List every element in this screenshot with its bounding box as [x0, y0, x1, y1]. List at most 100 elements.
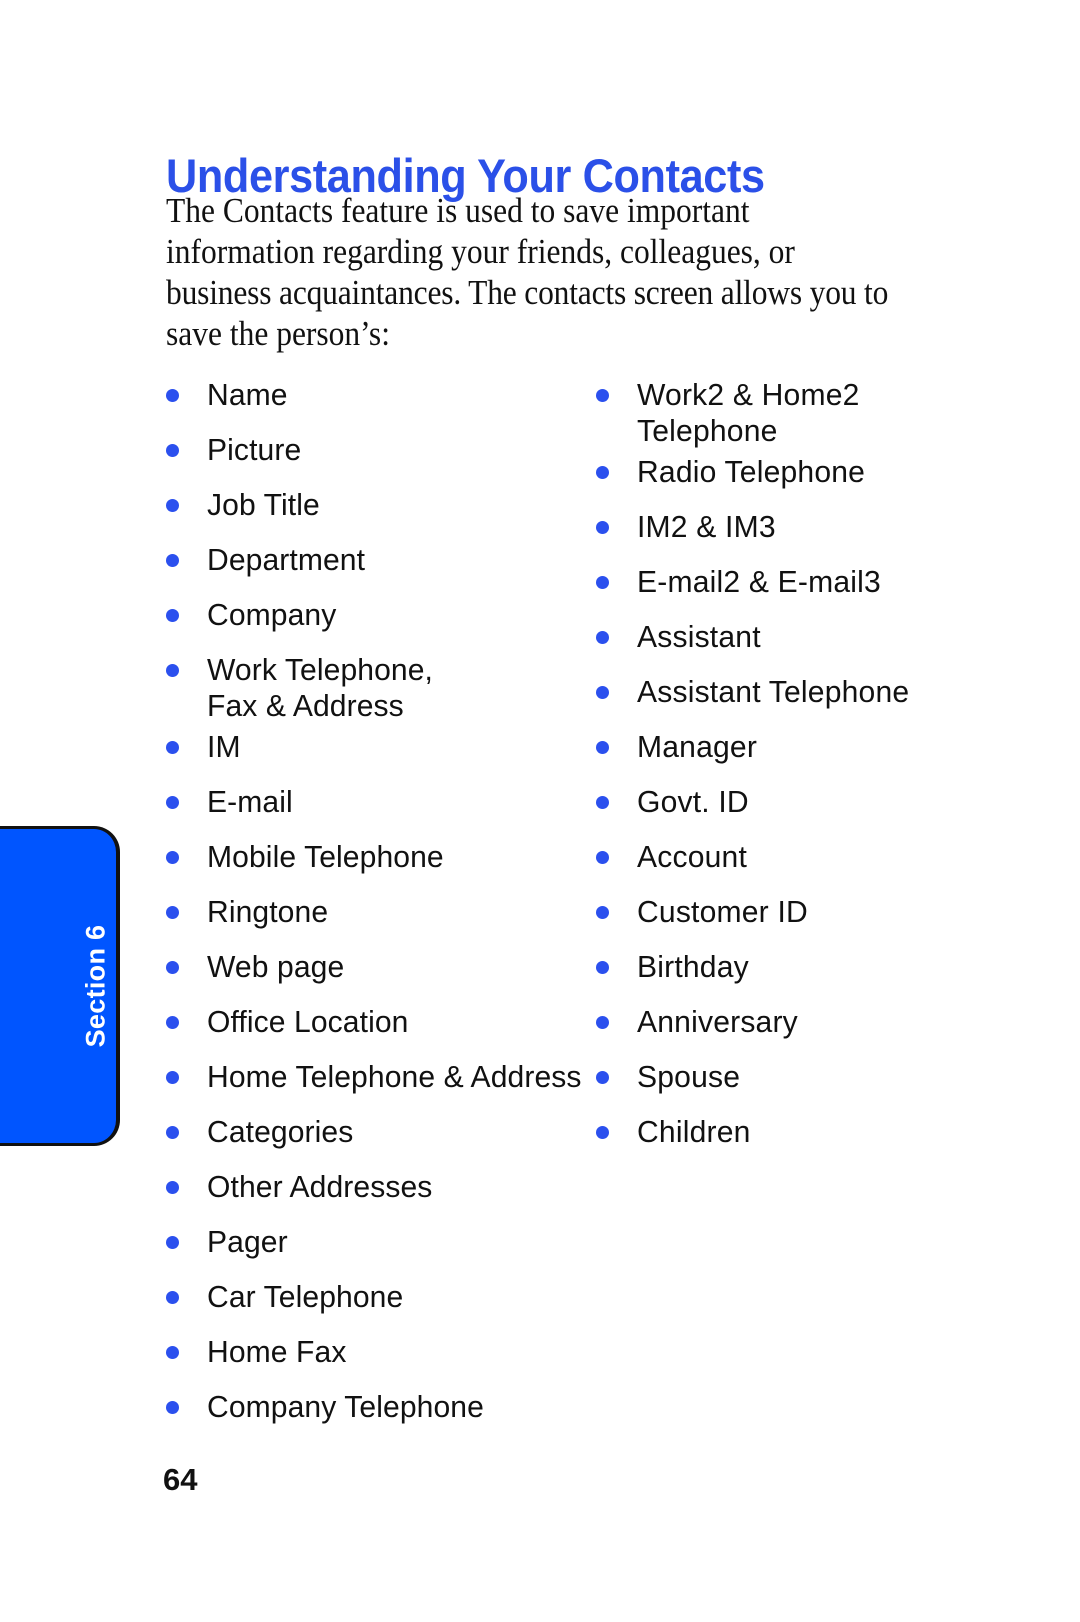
list-item: Mobile Telephone [166, 834, 596, 889]
list-item: Company [166, 592, 596, 647]
list-item: Categories [166, 1109, 596, 1164]
list-item-label: Mobile Telephone [207, 839, 444, 874]
list-item: Department [166, 537, 596, 592]
bullet-dot-icon [596, 796, 609, 809]
list-item-label: Assistant Telephone [637, 674, 910, 709]
list-item: Pager [166, 1219, 596, 1274]
list-item-label: E-mail [207, 784, 293, 819]
list-item: Children [596, 1109, 996, 1164]
list-item-label: Radio Telephone [637, 454, 866, 489]
list-item-label: Ringtone [207, 894, 329, 929]
list-item-label: E-mail2 & E-mail3 [637, 564, 881, 599]
list-item: Anniversary [596, 999, 996, 1054]
list-item-label: Pager [207, 1224, 288, 1259]
bullet-dot-icon [596, 1071, 609, 1084]
list-item: Ringtone [166, 889, 596, 944]
bullet-dot-icon [596, 389, 609, 402]
list-item: Work Telephone, Fax & Address [166, 647, 596, 724]
list-item: Assistant [596, 614, 996, 669]
bullet-dot-icon [596, 961, 609, 974]
list-item-label: Anniversary [637, 1004, 798, 1039]
bullet-dot-icon [166, 1181, 179, 1194]
list-item: Spouse [596, 1054, 996, 1109]
bullet-dot-icon [596, 686, 609, 699]
list-item: Car Telephone [166, 1274, 596, 1329]
list-item-label: IM [207, 729, 241, 764]
bullet-dot-icon [596, 576, 609, 589]
list-item-label: Department [207, 542, 366, 577]
list-item-label: Categories [207, 1114, 354, 1149]
bullet-dot-icon [166, 1071, 179, 1084]
list-item: Job Title [166, 482, 596, 537]
section-tab: Section 6 [0, 826, 120, 1146]
bullet-dot-icon [596, 521, 609, 534]
list-item: Manager [596, 724, 996, 779]
bullet-dot-icon [166, 741, 179, 754]
bullet-dot-icon [166, 851, 179, 864]
list-item-label: Children [637, 1114, 751, 1149]
bullet-dot-icon [596, 631, 609, 644]
list-item-label: Company Telephone [207, 1389, 484, 1424]
list-item-label: Birthday [637, 949, 749, 984]
bullet-dot-icon [596, 851, 609, 864]
intro-line: information regarding your friends, coll… [166, 232, 795, 271]
list-item: Web page [166, 944, 596, 999]
bullet-dot-icon [166, 499, 179, 512]
list-item-label: Picture [207, 432, 302, 467]
list-item: Account [596, 834, 996, 889]
list-item-label: Govt. ID [637, 784, 749, 819]
list-item-label: Manager [637, 729, 758, 764]
intro-line: save the person’s: [166, 314, 390, 353]
list-item: Radio Telephone [596, 449, 996, 504]
list-item: Birthday [596, 944, 996, 999]
bullet-dot-icon [166, 796, 179, 809]
intro-paragraph: The Contacts feature is used to save imp… [166, 190, 990, 354]
bullet-dot-icon [166, 961, 179, 974]
list-item: Picture [166, 427, 596, 482]
intro-line: The Contacts feature is used to save imp… [166, 191, 750, 230]
bullet-dot-icon [596, 1126, 609, 1139]
list-item: Office Location [166, 999, 596, 1054]
intro-line: business acquaintances. The contacts scr… [166, 273, 889, 312]
list-item-label: Home Fax [207, 1334, 347, 1369]
list-item-label: Home Telephone & Address [207, 1059, 582, 1094]
bullet-dot-icon [596, 906, 609, 919]
list-item-label: Office Location [207, 1004, 409, 1039]
contact-fields-column-left: Name Picture Job Title Department Compan… [166, 372, 596, 1439]
list-item-label: Work Telephone, Fax & Address [207, 652, 434, 723]
bullet-dot-icon [166, 1126, 179, 1139]
list-item: Other Addresses [166, 1164, 596, 1219]
list-item: E-mail [166, 779, 596, 834]
contact-fields-columns: Name Picture Job Title Department Compan… [166, 372, 996, 1439]
list-item: Work2 & Home2 Telephone [596, 372, 996, 449]
list-item-label: Assistant [637, 619, 761, 654]
document-page: Section 6 Understanding Your Contacts Th… [0, 0, 1080, 1622]
bullet-dot-icon [166, 664, 179, 677]
list-item-label: Spouse [637, 1059, 741, 1094]
bullet-dot-icon [166, 1346, 179, 1359]
list-item: Company Telephone [166, 1384, 596, 1439]
list-item: Customer ID [596, 889, 996, 944]
section-tab-label: Section 6 [80, 924, 111, 1048]
bullet-dot-icon [596, 466, 609, 479]
list-item-label: Name [207, 377, 288, 412]
list-item-label: Customer ID [637, 894, 808, 929]
bullet-dot-icon [166, 1016, 179, 1029]
list-item-label: Company [207, 597, 337, 632]
list-item: E-mail2 & E-mail3 [596, 559, 996, 614]
bullet-dot-icon [596, 1016, 609, 1029]
list-item-label: Account [637, 839, 748, 874]
contact-fields-column-right: Work2 & Home2 Telephone Radio Telephone … [596, 372, 996, 1439]
bullet-dot-icon [166, 444, 179, 457]
list-item-label: Web page [207, 949, 345, 984]
bullet-dot-icon [166, 1401, 179, 1414]
bullet-dot-icon [166, 389, 179, 402]
bullet-dot-icon [166, 906, 179, 919]
list-item-label: Other Addresses [207, 1169, 433, 1204]
bullet-dot-icon [166, 1236, 179, 1249]
list-item: Assistant Telephone [596, 669, 996, 724]
list-item-label: Car Telephone [207, 1279, 404, 1314]
list-item: Home Fax [166, 1329, 596, 1384]
list-item: Govt. ID [596, 779, 996, 834]
list-item: IM2 & IM3 [596, 504, 996, 559]
